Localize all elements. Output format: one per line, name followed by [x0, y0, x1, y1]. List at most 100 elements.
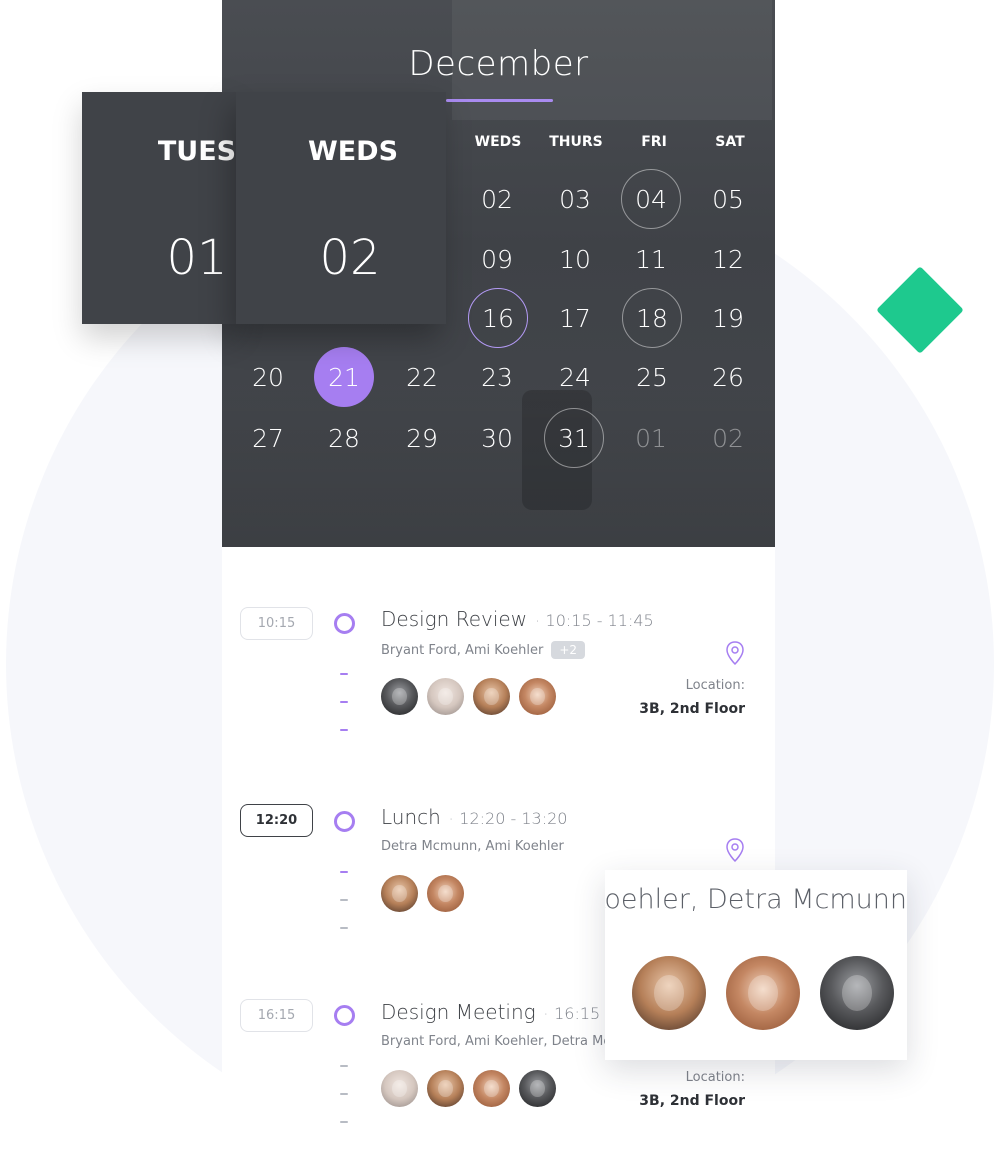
month-underline: [446, 99, 553, 102]
timeline-dash: [340, 1121, 348, 1123]
time-pill-active[interactable]: 12:20: [240, 804, 313, 837]
day-cell[interactable]: 17: [545, 288, 605, 348]
timeline-dash: [340, 701, 348, 703]
avatar-face: [392, 1079, 407, 1098]
day-cell[interactable]: 03: [545, 169, 605, 229]
timeline-dash: [340, 1093, 348, 1095]
avatar[interactable]: [381, 678, 418, 715]
timeline-dash: [340, 729, 348, 731]
event-title: Design Meeting: [381, 1000, 536, 1024]
avatar[interactable]: [381, 875, 418, 912]
avatar-face: [438, 1079, 453, 1098]
day-cell[interactable]: 22: [392, 347, 452, 407]
avatar[interactable]: [473, 678, 510, 715]
avatar[interactable]: [427, 1070, 464, 1107]
event-title: Lunch: [381, 805, 441, 829]
day-cell[interactable]: 10: [545, 229, 605, 289]
avatar[interactable]: [427, 875, 464, 912]
attendee-avatars: [381, 1070, 556, 1107]
day-cell-next-month[interactable]: 01: [621, 408, 681, 468]
weekday-weds: WEDS: [474, 134, 522, 150]
popup-avatar[interactable]: [726, 956, 800, 1030]
avatar-face: [438, 884, 453, 903]
decorative-diamond: [876, 266, 964, 354]
day-cell-selected[interactable]: 21: [314, 347, 374, 407]
avatar-face: [530, 687, 545, 706]
timeline-dash: [340, 871, 348, 873]
time-pill[interactable]: 10:15: [240, 607, 313, 640]
avatar-face: [484, 687, 499, 706]
location-label: Location:: [685, 1070, 745, 1085]
separator-dot: ·: [535, 614, 540, 630]
avatar[interactable]: [381, 1070, 418, 1107]
day-cell-event[interactable]: 31: [544, 408, 604, 468]
day-card-number: 02: [319, 230, 381, 286]
event-time-range: 12:20 - 13:20: [459, 809, 568, 828]
day-cell[interactable]: 19: [698, 288, 758, 348]
timeline-dash: [340, 673, 348, 675]
event-time-range: 16:15 -: [554, 1004, 612, 1023]
day-cell[interactable]: 12: [698, 229, 758, 289]
timeline-dash: [340, 927, 348, 929]
stage: December WEDS THURS FRI SAT 02 03 04 05 …: [0, 0, 994, 1172]
day-cell[interactable]: 05: [698, 169, 758, 229]
day-cell[interactable]: 24: [545, 347, 605, 407]
location-pin-icon[interactable]: [724, 837, 746, 863]
event-title-line: Design Meeting · 16:15 -: [381, 1000, 611, 1024]
day-cell-event[interactable]: 04: [621, 169, 681, 229]
event-title-line: Lunch · 12:20 - 13:20: [381, 805, 567, 829]
avatar[interactable]: [427, 678, 464, 715]
day-card-content: TUES 01: [82, 92, 236, 324]
day-cell[interactable]: 09: [467, 229, 527, 289]
timeline-dot: [334, 811, 355, 832]
avatar[interactable]: [519, 1070, 556, 1107]
weekday-thurs: THURS: [549, 134, 603, 150]
attendee-avatars: [381, 678, 556, 715]
day-cell[interactable]: 25: [622, 347, 682, 407]
day-cell[interactable]: 28: [314, 408, 374, 468]
timeline-dash: [340, 1065, 348, 1067]
more-people-badge[interactable]: +2: [551, 641, 586, 659]
popup-avatar[interactable]: [820, 956, 894, 1030]
popup-avatar[interactable]: [632, 956, 706, 1030]
day-cell-event[interactable]: 18: [622, 288, 682, 348]
month-title[interactable]: December: [222, 44, 775, 84]
avatar[interactable]: [473, 1070, 510, 1107]
attendees-popup[interactable]: Bryant Ford, Ami Koehler, Detra Mcmunn: [605, 870, 907, 1060]
time-pill[interactable]: 16:15: [240, 999, 313, 1032]
day-cell[interactable]: 20: [238, 347, 298, 407]
location-label: Location:: [685, 678, 745, 693]
day-card-name: WEDS: [307, 136, 399, 167]
avatar-face: [748, 975, 778, 1011]
avatar-face: [654, 975, 684, 1011]
day-card-weds[interactable]: WEDS 02: [236, 92, 446, 324]
event-title: Design Review: [381, 607, 528, 631]
timeline-dot: [334, 613, 355, 634]
day-cell[interactable]: 30: [467, 408, 527, 468]
event-people: Detra Mcmunn, Ami Koehler: [381, 839, 564, 854]
weekday-sat: SAT: [715, 134, 745, 150]
day-cell[interactable]: 27: [238, 408, 298, 468]
location-pin-icon[interactable]: [724, 640, 746, 666]
separator-dot: ·: [448, 812, 454, 828]
weekday-fri: FRI: [641, 134, 667, 150]
day-card-name: TUES: [157, 136, 236, 167]
day-card-tues[interactable]: TUES 01: [82, 92, 236, 324]
day-cell-today[interactable]: 16: [468, 288, 528, 348]
day-cell[interactable]: 11: [621, 229, 681, 289]
avatar-face: [438, 687, 453, 706]
event-time-range: 10:15 - 11:45: [545, 611, 654, 630]
day-cell[interactable]: 02: [467, 169, 527, 229]
event-title-line: Design Review · 10:15 - 11:45: [381, 607, 654, 631]
event-people: Bryant Ford, Ami Koehler: [381, 643, 544, 658]
day-cell-next-month[interactable]: 02: [698, 408, 758, 468]
day-cell[interactable]: 26: [698, 347, 758, 407]
day-cell[interactable]: 29: [392, 408, 452, 468]
separator-dot: ·: [543, 1007, 549, 1023]
event-people-line: Detra Mcmunn, Ami Koehler: [381, 839, 564, 854]
avatar-face: [530, 1079, 545, 1098]
day-cell[interactable]: 23: [467, 347, 527, 407]
avatar[interactable]: [519, 678, 556, 715]
avatar-face: [392, 687, 407, 706]
avatar-face: [484, 1079, 499, 1098]
